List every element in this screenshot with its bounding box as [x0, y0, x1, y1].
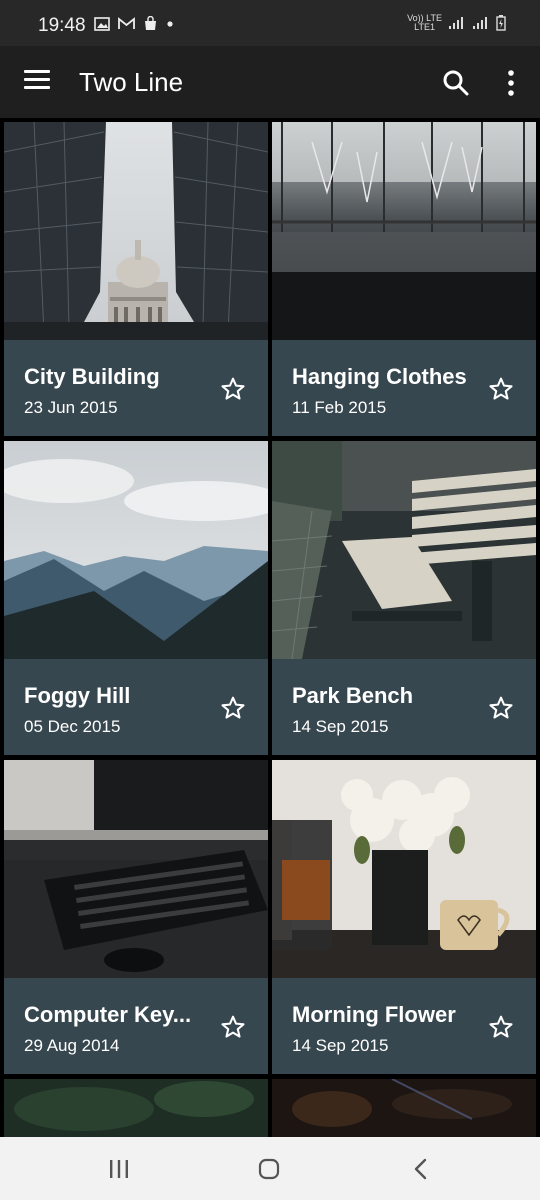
- star-outline-icon[interactable]: [488, 695, 514, 721]
- recent-apps-icon[interactable]: [108, 1159, 130, 1179]
- card-caption: Morning Flower 14 Sep 2015: [272, 978, 536, 1074]
- card-image: [4, 760, 268, 978]
- grid-card-computer-keyboard[interactable]: Computer Key... 29 Aug 2014: [4, 760, 268, 1074]
- card-caption: Park Bench 14 Sep 2015: [272, 659, 536, 755]
- shopping-bag-icon: [145, 16, 156, 30]
- card-image: [4, 1079, 268, 1137]
- card-date: 14 Sep 2015: [292, 717, 389, 736]
- star-outline-icon[interactable]: [488, 1014, 514, 1040]
- system-icons: Vo)) LTE LTE1: [407, 14, 506, 32]
- card-title: City Building: [24, 364, 160, 389]
- grid-card-partial-left[interactable]: [4, 1079, 268, 1137]
- page-title: Two Line: [79, 67, 184, 97]
- card-title: Park Bench: [292, 683, 414, 708]
- card-date: 05 Dec 2015: [24, 717, 121, 736]
- card-caption: Foggy Hill 05 Dec 2015: [4, 659, 268, 755]
- notification-icons: [94, 16, 174, 31]
- card-title: Morning Flower: [292, 1002, 456, 1027]
- card-image: [4, 122, 268, 340]
- more-vert-icon[interactable]: [502, 70, 520, 96]
- app-bar: Two Line: [0, 46, 540, 118]
- menu-icon[interactable]: [24, 70, 50, 92]
- card-image: [272, 441, 536, 659]
- star-outline-icon[interactable]: [220, 1014, 246, 1040]
- status-bar: 19:48 Vo)) LTE LTE1: [0, 0, 540, 46]
- gmail-icon: [118, 17, 135, 29]
- card-caption: Computer Key... 29 Aug 2014: [4, 978, 268, 1074]
- star-outline-icon[interactable]: [220, 695, 246, 721]
- search-icon[interactable]: [442, 69, 470, 97]
- grid-card-hanging-clothes[interactable]: Hanging Clothes 11 Feb 2015: [272, 122, 536, 436]
- card-image: [4, 441, 268, 659]
- signal-icon-2: [473, 17, 487, 29]
- status-time: 19:48: [38, 15, 86, 36]
- card-date: 29 Aug 2014: [24, 1036, 120, 1055]
- card-image: [272, 122, 536, 340]
- card-title: Computer Key...: [24, 1002, 192, 1027]
- card-date: 11 Feb 2015: [292, 398, 387, 417]
- star-outline-icon[interactable]: [488, 376, 514, 402]
- grid-card-partial-right[interactable]: [272, 1079, 536, 1137]
- signal-icon: [449, 17, 463, 29]
- back-icon[interactable]: [412, 1158, 430, 1180]
- grid-card-morning-flower[interactable]: Morning Flower 14 Sep 2015: [272, 760, 536, 1074]
- grid-card-foggy-hill[interactable]: Foggy Hill 05 Dec 2015: [4, 441, 268, 755]
- star-outline-icon[interactable]: [220, 376, 246, 402]
- network-label-bottom: LTE1: [414, 22, 435, 32]
- card-title: Hanging Clothes: [292, 364, 467, 389]
- card-date: 23 Jun 2015: [24, 398, 118, 417]
- battery-icon: [496, 15, 506, 31]
- card-image: [272, 1079, 536, 1137]
- grid-card-park-bench[interactable]: Park Bench 14 Sep 2015: [272, 441, 536, 755]
- card-date: 14 Sep 2015: [292, 1036, 389, 1055]
- card-image: [272, 760, 536, 978]
- image-grid: City Building 23 Jun 2015 Hanging Clothe…: [0, 118, 540, 1137]
- grid-card-city-building[interactable]: City Building 23 Jun 2015: [4, 122, 268, 436]
- system-nav-bar: [0, 1137, 540, 1200]
- home-icon[interactable]: [258, 1158, 280, 1180]
- card-caption: City Building 23 Jun 2015: [4, 340, 268, 436]
- card-title: Foggy Hill: [24, 683, 131, 708]
- card-caption: Hanging Clothes 11 Feb 2015: [272, 340, 536, 436]
- dot-icon: [167, 20, 173, 27]
- gallery-icon: [94, 16, 110, 31]
